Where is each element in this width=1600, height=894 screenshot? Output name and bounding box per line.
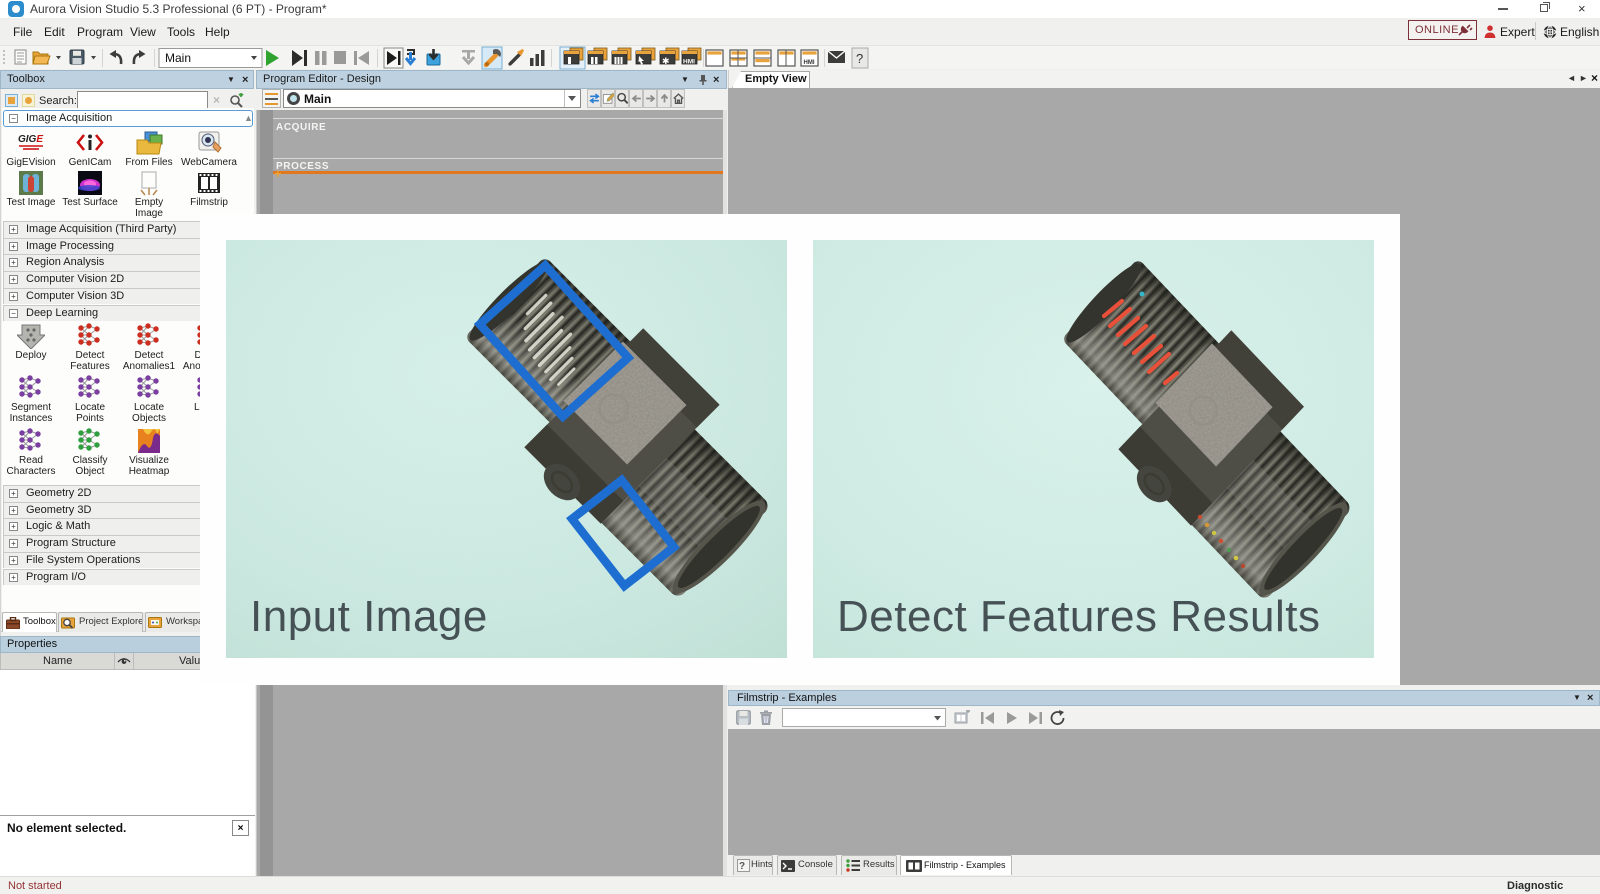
svg-text:GIGE: GIGE xyxy=(18,134,43,145)
svg-text:HMI: HMI xyxy=(804,60,815,66)
svg-text:HMI: HMI xyxy=(683,59,695,66)
svg-text:?: ? xyxy=(856,51,863,66)
svg-text:✱: ✱ xyxy=(662,56,670,66)
svg-text:?: ? xyxy=(739,861,745,872)
svg-text:Main: Main xyxy=(165,51,191,65)
